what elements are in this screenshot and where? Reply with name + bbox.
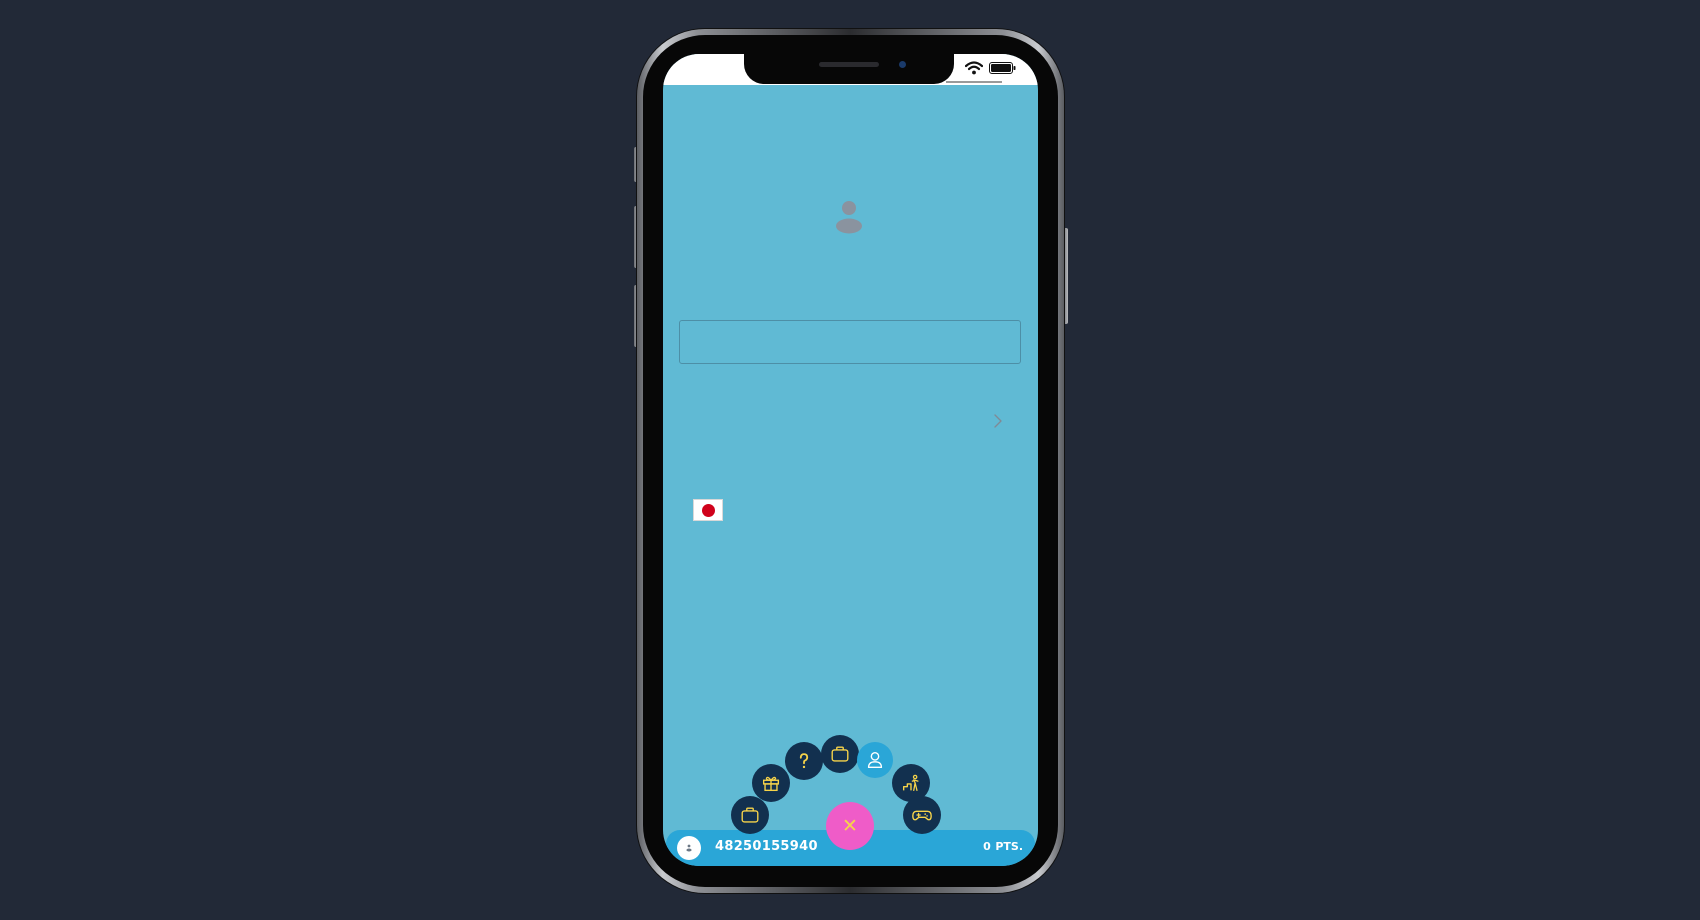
mini-avatar[interactable] <box>677 836 701 860</box>
gift-icon <box>762 776 780 792</box>
user-icon <box>867 751 883 769</box>
points-value: 0 <box>983 840 991 853</box>
menu-close-button[interactable]: ✕ <box>826 802 874 850</box>
ranking-icon <box>902 774 919 791</box>
notch <box>744 54 954 84</box>
question-icon <box>799 753 809 769</box>
wifi-icon <box>965 61 983 75</box>
speaker-grille <box>819 62 879 67</box>
profile-name-input[interactable] <box>679 320 1021 364</box>
points-display: 0 PTS. <box>983 839 1023 854</box>
points-unit: PTS. <box>995 840 1023 853</box>
user-silhouette-icon[interactable] <box>834 199 864 235</box>
mini-user-icon <box>686 844 692 852</box>
menu-games-button[interactable] <box>903 796 941 834</box>
briefcase-icon <box>741 807 759 823</box>
menu-help-button[interactable] <box>785 742 823 780</box>
battery-icon <box>989 62 1016 74</box>
user-id: 48250155940 <box>715 839 818 854</box>
page: 48250155940 0 PTS. ✕ <box>0 0 1700 920</box>
briefcase-icon <box>831 746 849 762</box>
menu-briefcase-top-button[interactable] <box>821 735 859 773</box>
japan-flag-icon[interactable] <box>693 499 723 521</box>
menu-gift-button[interactable] <box>752 764 790 802</box>
flag-sun <box>702 504 715 517</box>
menu-profile-button[interactable] <box>857 742 893 778</box>
front-camera <box>899 61 906 68</box>
gamepad-icon <box>912 810 932 821</box>
status-underline <box>946 81 1002 83</box>
app-screen: 48250155940 0 PTS. ✕ <box>663 54 1038 866</box>
chevron-right-icon[interactable] <box>993 413 1003 429</box>
close-icon: ✕ <box>842 815 858 837</box>
menu-briefcase-left-button[interactable] <box>731 796 769 834</box>
